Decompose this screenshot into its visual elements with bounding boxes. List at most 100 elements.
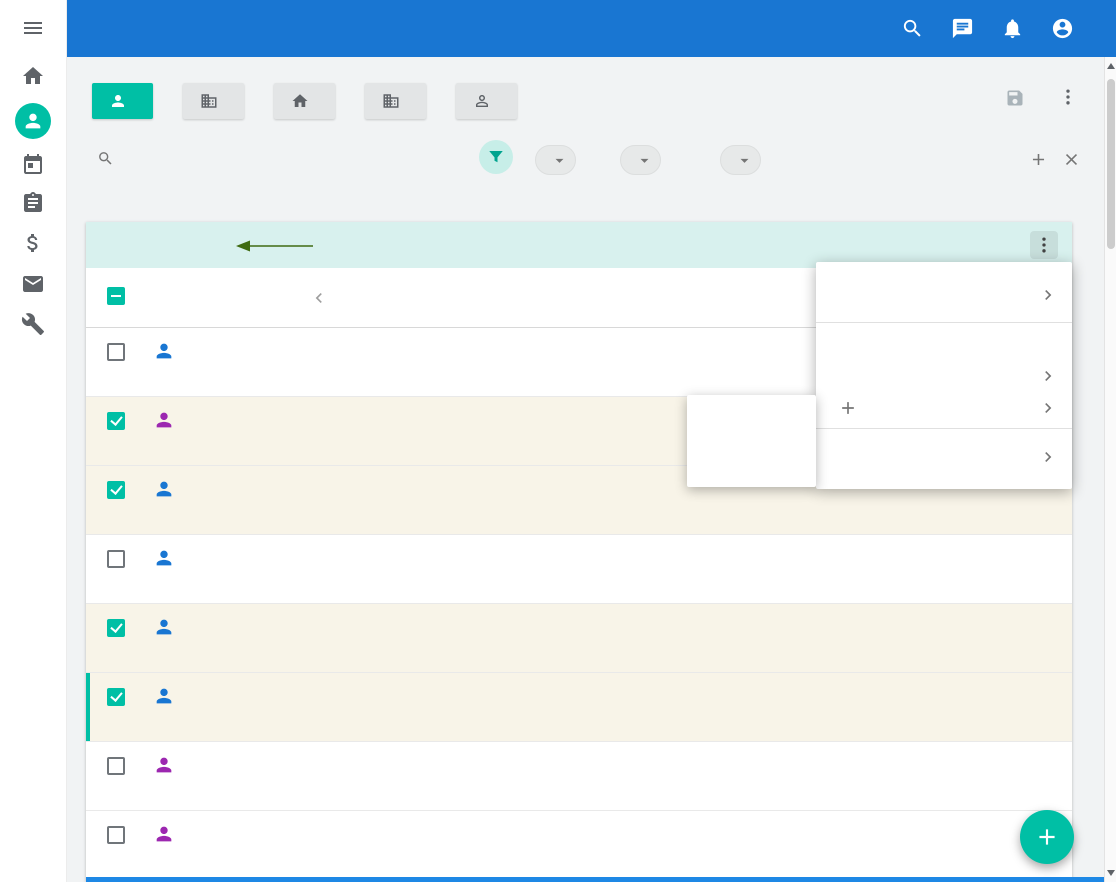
table-row[interactable] [86, 811, 1072, 880]
table-row-current[interactable] [86, 673, 1072, 742]
contact-email[interactable] [340, 811, 555, 879]
funnel-icon [487, 148, 505, 166]
row-checkbox[interactable] [107, 343, 125, 361]
contact-name-link[interactable] [186, 604, 298, 672]
tools-wrench-icon[interactable] [21, 312, 45, 336]
tasks-clipboard-icon[interactable] [21, 191, 45, 215]
row-checkbox[interactable] [107, 619, 125, 637]
table-row[interactable] [86, 535, 1072, 604]
submenu-item-campaign[interactable] [687, 441, 816, 479]
row-checkbox[interactable] [107, 481, 125, 499]
tab-contacts[interactable] [92, 83, 153, 119]
contact-email[interactable] [340, 328, 555, 396]
vertical-scrollbar[interactable] [1104, 57, 1116, 882]
person-avatar-icon [153, 754, 175, 776]
add-filter-plus-icon[interactable] [1029, 150, 1048, 169]
contact-name-link[interactable] [186, 397, 298, 465]
calendar-icon[interactable] [21, 153, 45, 177]
menu-item-add-to[interactable] [816, 392, 1072, 424]
tab-users[interactable] [456, 83, 517, 119]
scroll-up-arrow-icon[interactable] [1107, 63, 1115, 69]
row-checkbox[interactable] [107, 757, 125, 775]
current-row-indicator [86, 673, 90, 741]
account-icon[interactable] [1051, 17, 1074, 40]
person-avatar-icon [153, 685, 175, 707]
scroll-down-arrow-icon[interactable] [1107, 870, 1115, 876]
contact-name-link[interactable] [186, 535, 298, 603]
row-checkbox[interactable] [107, 550, 125, 568]
contact-email[interactable] [340, 397, 555, 465]
contact-phone [555, 673, 675, 741]
more-options-kebab-icon[interactable] [1058, 87, 1078, 107]
horizontal-scrollbar[interactable] [86, 877, 1104, 882]
sidebar-item-contacts-active[interactable] [15, 103, 51, 139]
multiselect-dropdown-menu [816, 262, 1072, 489]
tab-households[interactable] [274, 83, 335, 119]
contact-category [795, 811, 895, 879]
search-icon [97, 150, 114, 167]
table-row[interactable] [86, 604, 1072, 673]
menu-item-update-2[interactable] [816, 434, 1072, 480]
tab-funds[interactable] [365, 83, 426, 119]
filter-chip-country[interactable] [620, 145, 661, 175]
clear-filters-close-icon[interactable] [1062, 150, 1081, 169]
menu-item-update[interactable] [816, 272, 1072, 318]
save-icon[interactable] [1005, 88, 1025, 108]
search-icon[interactable] [901, 17, 924, 40]
contact-company [675, 535, 795, 603]
contact-email[interactable] [340, 604, 555, 672]
submenu-item-call-list[interactable] [687, 403, 816, 441]
contact-email[interactable] [340, 673, 555, 741]
billing-dollar-icon[interactable] [21, 231, 45, 255]
select-all-checkbox[interactable] [107, 287, 125, 305]
building-icon [200, 92, 218, 110]
contact-email[interactable] [340, 466, 555, 534]
hamburger-menu-icon[interactable] [21, 16, 45, 40]
multiselect-kebab-button[interactable] [1030, 231, 1058, 259]
add-contact-fab[interactable] [1020, 810, 1074, 864]
contact-name-link[interactable] [186, 811, 298, 879]
tab-companies[interactable] [183, 83, 244, 119]
contact-category [795, 742, 895, 810]
contact-email[interactable] [340, 535, 555, 603]
vertical-scroll-thumb[interactable] [1107, 79, 1115, 249]
contact-category [795, 604, 895, 672]
collapse-column-chevron-icon[interactable] [309, 288, 329, 308]
chevron-down-icon [735, 151, 754, 170]
add-to-submenu [687, 395, 816, 487]
topbar-icons [901, 17, 1074, 40]
row-checkbox[interactable] [107, 826, 125, 844]
search-input[interactable] [122, 145, 467, 173]
left-sidebar [0, 0, 67, 882]
contact-name-link[interactable] [186, 742, 298, 810]
filter-chip-city[interactable] [535, 145, 576, 175]
person-icon [109, 92, 127, 110]
contact-name-link[interactable] [186, 328, 298, 396]
contact-date [895, 742, 990, 810]
filter-button[interactable] [479, 140, 513, 174]
person-avatar-icon [153, 478, 175, 500]
contact-phone [555, 397, 675, 465]
menu-item-list[interactable] [816, 360, 1072, 392]
table-row[interactable] [86, 742, 1072, 811]
filter-chip-status[interactable] [720, 145, 761, 175]
contact-name-link[interactable] [186, 466, 298, 534]
notifications-bell-icon[interactable] [1001, 17, 1024, 40]
menu-divider [816, 322, 1072, 323]
contact-date [895, 673, 990, 741]
contact-email[interactable] [340, 742, 555, 810]
contact-company [675, 328, 795, 396]
chat-icon[interactable] [951, 17, 974, 40]
entity-tabs [92, 83, 517, 119]
annotation-arrow [235, 238, 315, 254]
contact-date [895, 811, 990, 879]
contact-name-link[interactable] [186, 673, 298, 741]
home-icon[interactable] [21, 64, 45, 88]
contact-phone [555, 811, 675, 879]
person-avatar-icon [153, 340, 175, 362]
mail-icon[interactable] [21, 272, 45, 296]
row-checkbox[interactable] [107, 412, 125, 430]
contact-phone [555, 535, 675, 603]
kebab-icon [1034, 235, 1054, 255]
row-checkbox[interactable] [107, 688, 125, 706]
